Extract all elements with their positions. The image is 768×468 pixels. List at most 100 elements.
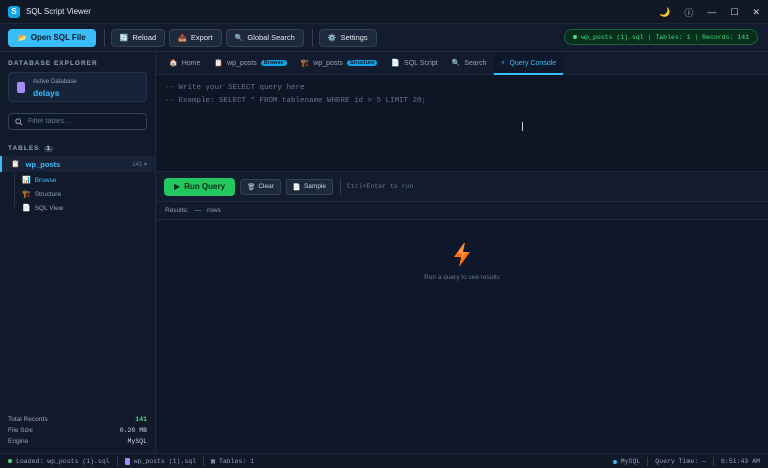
window-controls: 🌙 ⓘ — ☐ ✕ <box>659 0 760 24</box>
open-sql-file-button[interactable]: 📂 Open SQL File <box>8 28 96 47</box>
structure-icon: 🏗️ <box>300 60 310 67</box>
tab-wp-posts-browse[interactable]: 📋 wp_posts Browse <box>207 52 293 74</box>
tab-sql-script[interactable]: 📄 SQL Script <box>384 52 444 74</box>
status-tables-text: Tables: 1 <box>218 457 255 465</box>
results-header: Results: — rows <box>156 202 768 220</box>
query-editor[interactable]: -- Write your SELECT query here -- Examp… <box>156 75 768 172</box>
tab-tag: Browse <box>260 60 287 66</box>
action-divider <box>340 178 342 195</box>
results-count: — <box>194 207 201 214</box>
reload-button[interactable]: 🔄 Reload <box>110 28 166 47</box>
stat-value: 0.20 MB <box>119 427 147 434</box>
tables-heading: TABLES 1 <box>8 145 53 152</box>
status-divider <box>116 456 118 466</box>
status-file-text: wp_posts (1).sql <box>133 457 197 465</box>
play-icon: ▶ <box>174 182 181 191</box>
run-query-button[interactable]: ▶ Run Query <box>164 177 236 196</box>
sidebar-subitem-sql-view[interactable]: 📄 SQL View <box>22 202 63 214</box>
tab-label: wp_posts <box>313 59 343 67</box>
sidebar-subitem-structure[interactable]: 🏗️ Structure <box>22 188 61 200</box>
tab-label: Home <box>181 59 201 67</box>
document-icon: 📄 <box>22 205 31 212</box>
settings-button[interactable]: ⚙️ Settings <box>318 28 377 47</box>
keyboard-hint: Ctrl+Enter to run <box>347 183 414 190</box>
run-query-label: Run Query <box>184 182 226 191</box>
empty-state-text: Run a query to see results <box>424 274 500 281</box>
maximize-button[interactable]: ☐ <box>730 7 738 18</box>
stat-value: 141 <box>135 416 147 423</box>
stat-engine: Engine MySQL <box>8 436 147 447</box>
search-icon: 🔍 <box>451 60 461 67</box>
toolbar-divider <box>311 28 313 47</box>
export-label: Export <box>190 33 213 42</box>
clear-label: Clear <box>258 183 274 190</box>
status-engine-text: MySQL <box>620 458 641 465</box>
export-button[interactable]: 📤 Export <box>169 28 222 47</box>
tab-search[interactable]: 🔍 Search <box>445 52 494 74</box>
query-action-bar: ▶ Run Query 🗑 Clear 📄 Sample Ctrl+Enter … <box>156 172 768 202</box>
status-query-time: Query Time: — <box>655 458 706 465</box>
results-panel: Run a query to see results <box>156 220 768 453</box>
tab-label: Search <box>464 59 487 67</box>
sidebar-table-wp-posts[interactable]: 📋 wp_posts 141 ▾ <box>0 156 155 172</box>
file-status-badge: wp_posts (1).sql | Tables: 1 | Records: … <box>564 29 758 45</box>
document-icon: 📄 <box>391 60 401 67</box>
results-label: Results: <box>165 207 189 214</box>
status-bar: Loaded: wp_posts (1).sql wp_posts (1).sq… <box>0 453 768 468</box>
status-loaded: Loaded: wp_posts (1).sql <box>8 458 110 465</box>
database-icon <box>124 457 130 465</box>
open-sql-file-label: Open SQL File <box>30 33 86 42</box>
filter-tables-input[interactable] <box>28 118 138 125</box>
status-tables: ▦ Tables: 1 <box>211 457 255 466</box>
subitem-label: Structure <box>34 190 62 198</box>
tab-bar: 🏠 Home 📋 wp_posts Browse 🏗️ wp_posts Str… <box>156 52 768 75</box>
tab-home[interactable]: 🏠 Home <box>162 52 207 74</box>
sample-button[interactable]: 📄 Sample <box>285 178 334 195</box>
database-stats: Total Records 141 File Size 0.20 MB Engi… <box>8 414 147 447</box>
clear-button[interactable]: 🗑 Clear <box>240 178 281 195</box>
trash-icon: 🗑 <box>247 183 256 191</box>
engine-dot-icon <box>612 459 617 464</box>
status-clock: 6:51:43 AM <box>720 458 760 465</box>
status-divider <box>712 457 714 466</box>
file-status-text: wp_posts (1).sql | Tables: 1 | Records: … <box>581 33 749 41</box>
table-icon: 📋 <box>11 161 20 168</box>
sample-label: Sample <box>303 183 327 190</box>
sidebar-subitem-browse[interactable]: 📊 Browse <box>22 174 56 186</box>
active-database-card[interactable]: Active Database delays <box>8 72 147 102</box>
table-icon: 📋 <box>214 60 224 67</box>
editor-comment-line: -- Write your SELECT query here <box>165 84 305 92</box>
reload-label: Reload <box>132 33 157 42</box>
filter-tables-field[interactable] <box>8 113 147 130</box>
info-icon[interactable]: ⓘ <box>684 6 693 19</box>
reload-icon: 🔄 <box>119 34 129 42</box>
close-button[interactable]: ✕ <box>752 7 760 18</box>
tab-wp-posts-structure[interactable]: 🏗️ wp_posts Structure <box>294 52 385 74</box>
folder-icon: 📂 <box>18 34 27 42</box>
status-dot-icon <box>573 35 578 39</box>
text-cursor-icon <box>522 122 523 131</box>
theme-toggle-icon[interactable]: 🌙 <box>659 7 670 18</box>
global-search-button[interactable]: 🔍 Global Search <box>225 28 304 47</box>
toolbar: 📂 Open SQL File 🔄 Reload 📤 Export 🔍 Glob… <box>0 24 768 52</box>
stat-value: MySQL <box>127 438 147 445</box>
chart-icon: 📊 <box>22 177 31 184</box>
table-name: wp_posts <box>25 159 61 169</box>
app-logo-icon: S <box>8 5 20 18</box>
minimize-button[interactable]: — <box>707 7 716 17</box>
stat-label: File Size <box>8 427 33 434</box>
status-dot-icon <box>8 459 12 463</box>
status-engine: MySQL <box>612 458 641 465</box>
expand-caret-icon[interactable]: ▾ <box>144 162 147 168</box>
tab-query-console[interactable]: ⚡ Query Console <box>493 52 564 75</box>
sidebar: DATABASE EXPLORER Active Database delays… <box>0 52 156 453</box>
tree-connector <box>14 173 15 207</box>
status-file: wp_posts (1).sql <box>124 457 197 465</box>
editor-comment-line: -- Example: SELECT * FROM tablename WHER… <box>165 97 427 105</box>
table-icon: ▦ <box>211 458 215 465</box>
tables-heading-label: TABLES <box>8 145 40 152</box>
gear-icon: ⚙️ <box>327 34 337 42</box>
database-icon <box>17 82 25 93</box>
lightning-icon: ⚡ <box>500 60 506 67</box>
search-icon <box>15 117 23 126</box>
